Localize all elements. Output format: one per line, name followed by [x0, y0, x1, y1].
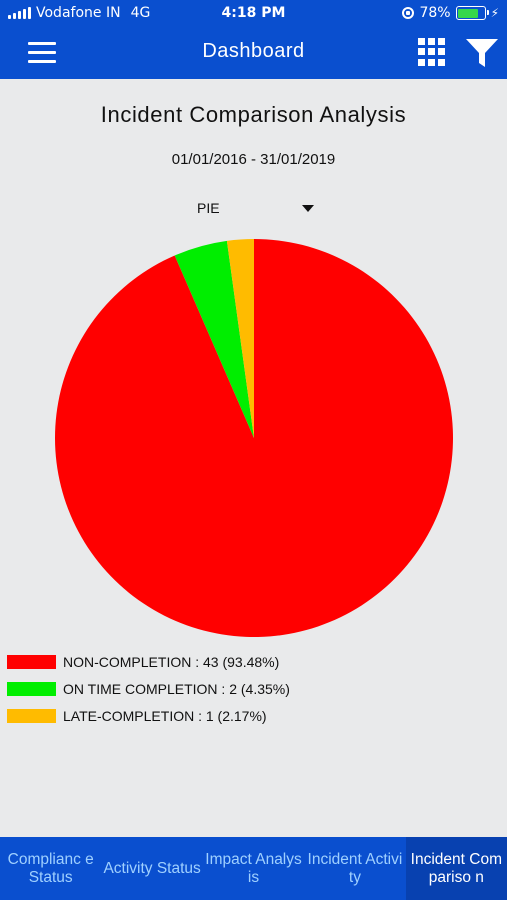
legend-label: LATE-COMPLETION : 1 (2.17%) — [63, 707, 267, 724]
chart-type-dropdown[interactable]: PIE — [190, 198, 320, 220]
report-title: Incident Comparison Analysis — [100, 102, 407, 127]
date-range: 01/01/2016 - 31/01/2019 — [171, 151, 336, 168]
legend-swatch — [7, 708, 56, 723]
legend-swatch — [7, 681, 56, 696]
tab-label: Impact Analysis — [205, 850, 302, 886]
tab-label: Incident Activity — [307, 850, 403, 886]
pie-chart-svg — [55, 239, 454, 637]
app-bar: Vodafone IN 4G 4:18 PM 78% ⚡ Dashboard — [0, 0, 507, 79]
tab-label: Complianc e Status — [7, 850, 94, 886]
tab-label: Incident Compariso n — [410, 850, 502, 886]
tab-compliance-status[interactable]: Complianc e Status — [0, 837, 101, 900]
dropdown-caret-icon — [302, 205, 314, 212]
legend-item-on-time-completion: ON TIME COMPLETION : 2 (4.35%) — [7, 675, 290, 702]
pie-slice-non-completion — [55, 239, 454, 637]
tab-label: Activity Status — [103, 859, 201, 877]
status-right: 78% ⚡ — [402, 5, 499, 21]
legend-label: ON TIME COMPLETION : 2 (4.35%) — [63, 680, 290, 697]
tab-activity-status[interactable]: Activity Status — [101, 837, 202, 900]
header: Dashboard — [0, 28, 507, 79]
filter-icon[interactable] — [465, 37, 499, 69]
legend-label: NON-COMPLETION : 43 (93.48%) — [63, 653, 280, 670]
tab-impact-analysis[interactable]: Impact Analysis — [203, 837, 304, 900]
chart-legend: NON-COMPLETION : 43 (93.48%) ON TIME COM… — [7, 648, 290, 729]
battery-icon — [455, 6, 489, 20]
charging-icon: ⚡ — [490, 6, 499, 20]
chart-type-selected: PIE — [197, 200, 220, 216]
rotation-lock-icon — [402, 7, 415, 19]
pie-chart — [54, 238, 454, 638]
legend-item-late-completion: LATE-COMPLETION : 1 (2.17%) — [7, 702, 290, 729]
tab-incident-comparison[interactable]: Incident Compariso n — [405, 837, 507, 900]
legend-item-non-completion: NON-COMPLETION : 43 (93.48%) — [7, 648, 290, 675]
tab-incident-activity[interactable]: Incident Activity — [304, 837, 405, 900]
bottom-tab-bar: Complianc e Status Activity Status Impac… — [0, 837, 507, 900]
status-bar: Vodafone IN 4G 4:18 PM 78% ⚡ — [0, 0, 507, 28]
grid-icon[interactable] — [418, 38, 446, 66]
battery-percent: 78% — [419, 5, 451, 21]
legend-swatch — [7, 654, 56, 669]
